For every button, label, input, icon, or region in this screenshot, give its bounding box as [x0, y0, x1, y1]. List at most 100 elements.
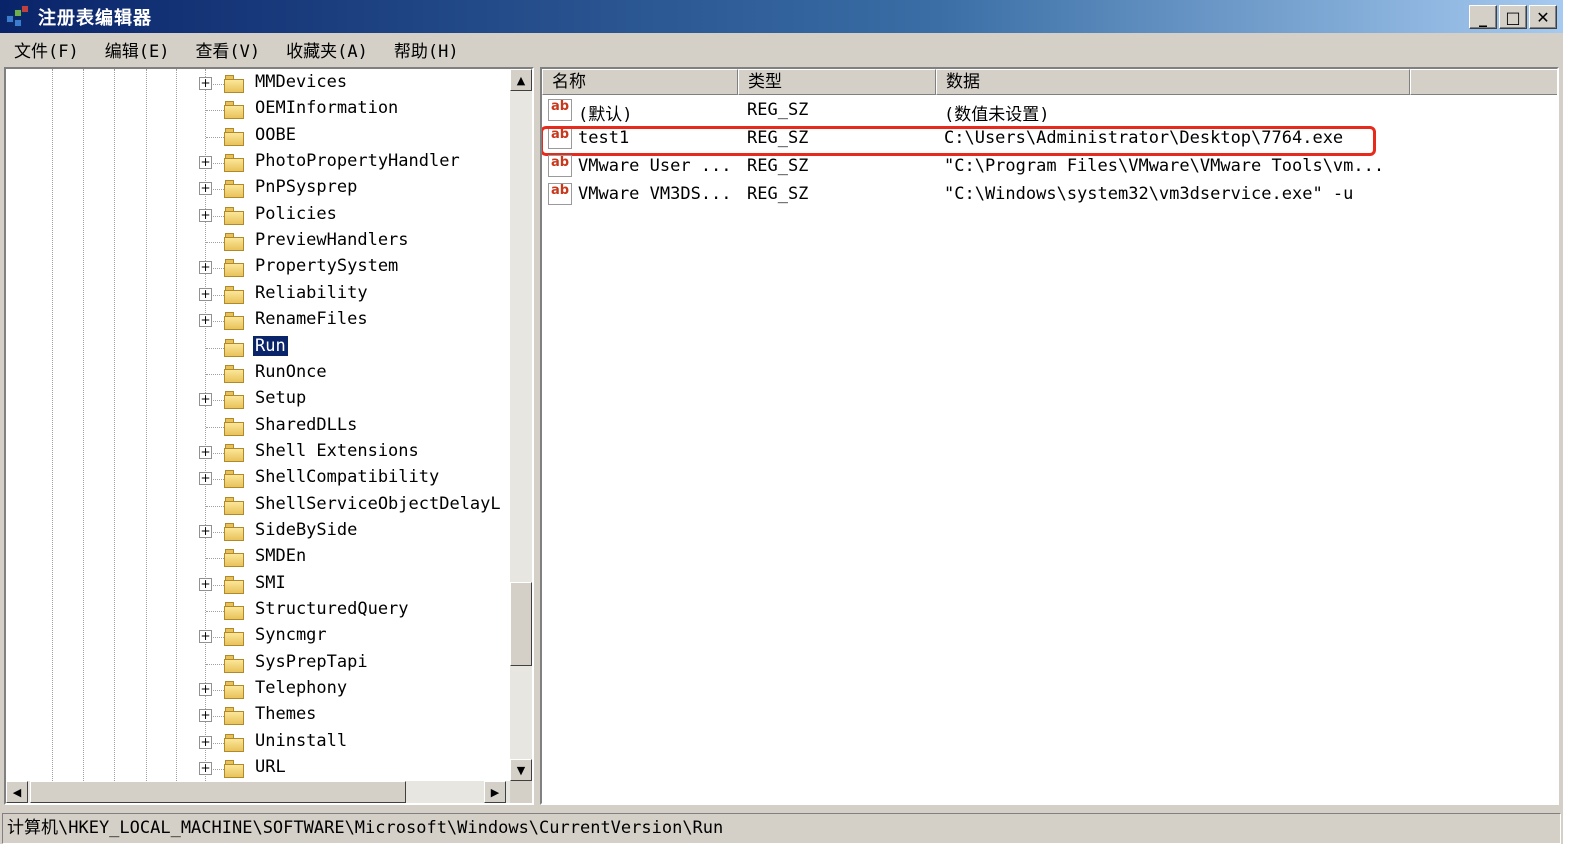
tree-item[interactable]: Run — [6, 334, 510, 361]
tree-item-label[interactable]: ShellServiceObjectDelayL — [253, 494, 503, 514]
tree-item-label[interactable]: SMDEn — [253, 546, 308, 566]
column-header-type[interactable]: 类型 — [738, 69, 936, 95]
scroll-right-button[interactable]: ▶ — [484, 781, 506, 803]
tree-item[interactable]: + Policies — [6, 203, 510, 229]
tree-item[interactable]: + URL — [6, 756, 510, 782]
column-header-name[interactable]: 名称 — [542, 69, 738, 95]
scroll-left-button[interactable]: ◀ — [6, 781, 28, 803]
tree-item-label[interactable]: PnPSysprep — [253, 177, 359, 197]
expand-icon[interactable]: + — [199, 630, 212, 644]
tree-item[interactable]: PreviewHandlers — [6, 229, 510, 255]
expand-icon[interactable]: + — [199, 524, 212, 538]
minimize-button[interactable]: _ — [1469, 5, 1497, 29]
tree-item[interactable]: + Uninstall — [6, 730, 510, 756]
tree-item[interactable]: ShellServiceObjectDelayL — [6, 493, 510, 519]
folder-icon — [224, 101, 246, 120]
scroll-down-button[interactable]: ▼ — [510, 759, 532, 781]
tree-item-label[interactable]: Themes — [253, 704, 318, 724]
expand-icon[interactable]: + — [199, 393, 212, 407]
tree-item[interactable]: SysPrepTapi — [6, 651, 510, 677]
expand-icon[interactable]: + — [199, 735, 212, 749]
menu-help[interactable]: 帮助(H) — [382, 37, 471, 62]
tree-item-label[interactable]: Run — [252, 334, 289, 357]
tree-item-label[interactable]: PropertySystem — [253, 256, 400, 276]
expand-icon[interactable]: + — [199, 577, 212, 591]
tree-item-label[interactable]: SysPrepTapi — [253, 652, 370, 672]
expand-icon[interactable]: + — [199, 261, 212, 275]
expand-icon[interactable]: + — [199, 762, 212, 776]
tree-item-label[interactable]: SideBySide — [253, 520, 359, 540]
tree-item-label[interactable]: Setup — [253, 388, 308, 408]
expand-icon[interactable]: + — [199, 208, 212, 222]
value-row[interactable]: ab VMware User ... REG_SZ "C:\Program Files… — [542, 153, 1557, 181]
tree-item[interactable]: RunOnce — [6, 361, 510, 387]
tree-item-label[interactable]: MMDevices — [253, 72, 349, 92]
tree-item[interactable]: OOBE — [6, 124, 510, 150]
tree-item-label[interactable]: Reliability — [253, 283, 370, 303]
expand-icon[interactable]: + — [199, 709, 212, 723]
tree-item-label[interactable]: SMI — [253, 573, 288, 593]
value-row[interactable]: ab VMware VM3DS... REG_SZ "C:\Windows\syste… — [542, 181, 1557, 209]
expand-icon[interactable]: + — [199, 77, 212, 90]
tree-item[interactable]: + Themes — [6, 703, 510, 729]
tree-horizontal-scrollbar[interactable]: ◀ ▶ — [6, 781, 510, 803]
tree-item[interactable]: + MMDevices — [6, 71, 510, 97]
tree-item[interactable]: + PropertySystem — [6, 255, 510, 281]
value-name: VMware User ... — [578, 156, 732, 176]
tree-item-label[interactable]: OOBE — [253, 125, 298, 145]
tree-item[interactable]: + PhotoPropertyHandler — [6, 150, 510, 176]
expand-icon[interactable]: + — [199, 314, 212, 328]
menu-view[interactable]: 查看(V) — [183, 37, 272, 62]
menu-favorites[interactable]: 收藏夹(A) — [274, 37, 380, 62]
maximize-button[interactable]: □ — [1499, 5, 1527, 29]
tree-item[interactable]: + Syncmgr — [6, 624, 510, 650]
scroll-thumb[interactable] — [510, 582, 532, 666]
close-button[interactable]: ✕ — [1529, 5, 1557, 29]
expand-icon[interactable]: + — [199, 472, 212, 486]
tree-item-label[interactable]: Policies — [253, 204, 339, 224]
tree-item[interactable]: OEMInformation — [6, 97, 510, 123]
menu-file[interactable]: 文件(F) — [2, 37, 91, 62]
expand-icon[interactable]: + — [199, 683, 212, 697]
value-row[interactable]: ab (默认) REG_SZ (数值未设置) — [542, 97, 1557, 125]
tree-item[interactable]: + Telephony — [6, 677, 510, 703]
tree-item-label[interactable]: OEMInformation — [253, 98, 400, 118]
tree-item[interactable]: SMDEn — [6, 545, 510, 571]
menu-edit[interactable]: 编辑(E) — [93, 37, 182, 62]
tree-item-label[interactable]: RenameFiles — [253, 309, 370, 329]
tree-item[interactable]: + SMI — [6, 572, 510, 598]
tree-item-label[interactable]: PreviewHandlers — [253, 230, 411, 250]
expand-icon[interactable]: + — [199, 445, 212, 459]
tree-item-label[interactable]: Telephony — [253, 678, 349, 698]
tree-vertical-scrollbar[interactable]: ▲ ▼ — [510, 69, 532, 781]
registry-tree[interactable]: + MMDevices OEMInformation OOBE + PhotoProper… — [4, 67, 534, 805]
window-title: 注册表编辑器 — [38, 7, 152, 29]
scroll-up-button[interactable]: ▲ — [510, 69, 532, 91]
tree-item-label[interactable]: SharedDLLs — [253, 415, 359, 435]
tree-item-label[interactable]: Shell Extensions — [253, 441, 421, 461]
expand-icon[interactable]: + — [199, 182, 212, 196]
tree-item-label[interactable]: Uninstall — [253, 731, 349, 751]
tree-item[interactable]: + Shell Extensions — [6, 440, 510, 466]
tree-item-label[interactable]: RunOnce — [253, 362, 329, 382]
tree-item-label[interactable]: PhotoPropertyHandler — [253, 151, 462, 171]
column-header-data[interactable]: 数据 — [936, 69, 1410, 95]
values-list[interactable]: 名称 类型 数据 ab (默认) REG_SZ (数值未设置) ab test1 REG_S… — [540, 67, 1559, 805]
tree-item[interactable]: + ShellCompatibility — [6, 466, 510, 492]
tree-item[interactable]: + PnPSysprep — [6, 176, 510, 202]
expand-icon[interactable]: + — [199, 287, 212, 301]
tree-item-label[interactable]: URL — [253, 757, 288, 777]
tree-item-label[interactable]: StructuredQuery — [253, 599, 411, 619]
tree-item[interactable]: StructuredQuery — [6, 598, 510, 624]
tree-item[interactable]: + Reliability — [6, 282, 510, 308]
tree-item[interactable]: SharedDLLs — [6, 414, 510, 440]
tree-item[interactable]: + RenameFiles — [6, 308, 510, 334]
tree-item[interactable]: + Setup — [6, 387, 510, 413]
tree-item-label[interactable]: Syncmgr — [253, 625, 329, 645]
value-row[interactable]: ab test1 REG_SZ C:\Users\Administrator\Desk… — [542, 125, 1557, 156]
expand-icon[interactable]: + — [199, 156, 212, 170]
folder-icon — [224, 338, 246, 358]
tree-item[interactable]: + SideBySide — [6, 519, 510, 545]
h-scroll-thumb[interactable] — [30, 781, 406, 803]
tree-item-label[interactable]: ShellCompatibility — [253, 467, 441, 487]
